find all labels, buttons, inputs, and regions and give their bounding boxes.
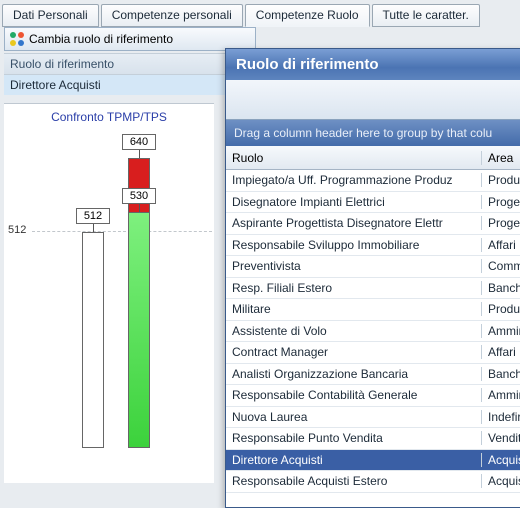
cell-area: Ammin: [482, 324, 520, 338]
change-role-icon: [9, 31, 25, 47]
change-role-label: Cambia ruolo di riferimento: [29, 32, 173, 46]
cell-area: Comm: [482, 259, 520, 273]
cell-ruolo: Aspirante Progettista Disegnatore Elettr: [226, 216, 482, 230]
cell-area: Proget: [482, 216, 520, 230]
col-header-ruolo[interactable]: Ruolo: [226, 151, 482, 165]
cell-ruolo: Responsabile Sviluppo Immobiliare: [226, 238, 482, 252]
cell-ruolo: Responsabile Acquisti Estero: [226, 474, 482, 488]
tab-strip: Dati Personali Competenze personali Comp…: [0, 0, 520, 26]
table-row[interactable]: Disegnatore Impianti ElettriciProget: [226, 192, 520, 214]
chart-bar1: [82, 232, 104, 448]
chart-bar2-mid-label: 530: [122, 188, 156, 204]
cell-area: Proget: [482, 195, 520, 209]
cell-area: Affari: [482, 238, 520, 252]
cell-area: Banch: [482, 367, 520, 381]
chart-bar1-label: 512: [76, 208, 110, 224]
table-row[interactable]: Analisti Organizzazione BancariaBanch: [226, 364, 520, 386]
table-row[interactable]: PreventivistaComm: [226, 256, 520, 278]
table-row[interactable]: Impiegato/a Uff. Programmazione ProduzPr…: [226, 170, 520, 192]
tab-dati-personali[interactable]: Dati Personali: [2, 4, 99, 27]
cell-ruolo: Responsabile Contabilità Generale: [226, 388, 482, 402]
table-row[interactable]: Direttore AcquistiAcquis: [226, 450, 520, 472]
role-picker-popup: Ruolo di riferimento Drag a column heade…: [225, 48, 520, 508]
selected-role-value: Direttore Acquisti: [4, 75, 256, 95]
cell-ruolo: Responsabile Punto Vendita: [226, 431, 482, 445]
cell-area: Vendit: [482, 431, 520, 445]
cell-ruolo: Contract Manager: [226, 345, 482, 359]
table-row[interactable]: MilitareProduz: [226, 299, 520, 321]
grid-header: Ruolo Area: [226, 146, 520, 170]
group-by-hint[interactable]: Drag a column header here to group by th…: [226, 120, 520, 146]
cell-area: Acquis: [482, 453, 520, 467]
cell-ruolo: Assistente di Volo: [226, 324, 482, 338]
chart-title: Confronto TPMP/TPS: [4, 104, 214, 128]
change-role-toolbar[interactable]: Cambia ruolo di riferimento: [4, 27, 256, 51]
tab-tutte-caratter[interactable]: Tutte le caratter.: [372, 4, 480, 27]
popup-toolbar[interactable]: [226, 80, 520, 120]
cell-ruolo: Disegnatore Impianti Elettrici: [226, 195, 482, 209]
chart-ytick: 512: [8, 224, 26, 236]
table-row[interactable]: Responsabile Acquisti EsteroAcquis: [226, 471, 520, 493]
table-row[interactable]: Contract ManagerAffari: [226, 342, 520, 364]
chart-tpmp-tps: Confronto TPMP/TPS 512 512 640 530: [4, 103, 214, 483]
cell-ruolo: Preventivista: [226, 259, 482, 273]
cell-area: Ammin: [482, 388, 520, 402]
cell-area: Banch: [482, 281, 520, 295]
table-row[interactable]: Assistente di VoloAmmin: [226, 321, 520, 343]
cell-area: Indefir: [482, 410, 520, 424]
cell-area: Affari: [482, 345, 520, 359]
cell-ruolo: Direttore Acquisti: [226, 453, 482, 467]
cell-ruolo: Impiegato/a Uff. Programmazione Produz: [226, 173, 482, 187]
table-row[interactable]: Aspirante Progettista Disegnatore Elettr…: [226, 213, 520, 235]
table-row[interactable]: Responsabile Sviluppo ImmobiliareAffari: [226, 235, 520, 257]
popup-title: Ruolo di riferimento: [226, 49, 520, 80]
col-header-area[interactable]: Area: [482, 151, 520, 165]
tab-competenze-ruolo[interactable]: Competenze Ruolo: [245, 4, 370, 27]
role-section-header: Ruolo di riferimento: [4, 53, 256, 75]
table-row[interactable]: Resp. Filiali EsteroBanch: [226, 278, 520, 300]
cell-area: Acquis: [482, 474, 520, 488]
tab-competenze-personali[interactable]: Competenze personali: [101, 4, 243, 27]
cell-ruolo: Analisti Organizzazione Bancaria: [226, 367, 482, 381]
chart-reference-line: [32, 231, 212, 232]
cell-ruolo: Militare: [226, 302, 482, 316]
chart-bar2-top-label: 640: [122, 134, 156, 150]
cell-area: Produz: [482, 302, 520, 316]
cell-ruolo: Resp. Filiali Estero: [226, 281, 482, 295]
cell-ruolo: Nuova Laurea: [226, 410, 482, 424]
table-row[interactable]: Responsabile Punto VenditaVendit: [226, 428, 520, 450]
table-row[interactable]: Responsabile Contabilità GeneraleAmmin: [226, 385, 520, 407]
cell-area: Produz: [482, 173, 520, 187]
chart-bar2-mid: [128, 212, 150, 448]
table-row[interactable]: Nuova LaureaIndefir: [226, 407, 520, 429]
grid-body[interactable]: Impiegato/a Uff. Programmazione ProduzPr…: [226, 170, 520, 493]
